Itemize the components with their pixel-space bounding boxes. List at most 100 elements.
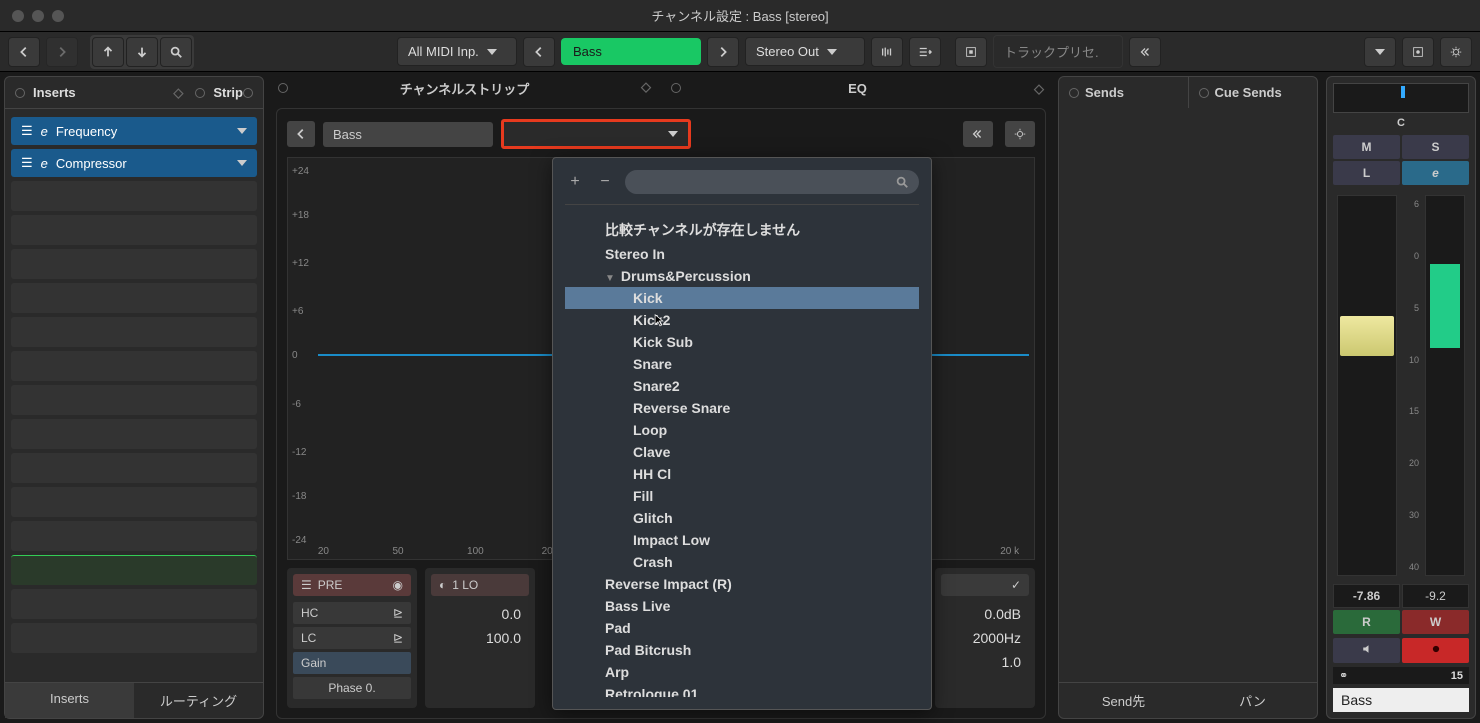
preset-prev-button[interactable] <box>955 37 987 67</box>
band1-header[interactable]: ◐ 1 LO <box>431 574 529 596</box>
band1-gain[interactable]: 0.0 <box>431 602 529 626</box>
fader-handle[interactable] <box>1340 316 1394 356</box>
lc-row[interactable]: LC⊵ <box>293 627 411 649</box>
insert-slot-empty[interactable] <box>11 181 257 211</box>
fader-track[interactable] <box>1337 195 1397 576</box>
band-power-icon[interactable]: ◐ <box>439 578 446 592</box>
insert-slot-empty[interactable] <box>11 623 257 653</box>
dropdown-item[interactable]: Snare <box>565 353 919 375</box>
record-enable-button[interactable] <box>1402 638 1469 663</box>
dropdown-item[interactable]: Arp <box>565 661 919 683</box>
strip-dot-icon[interactable] <box>243 88 253 98</box>
strip-bypass-icon[interactable] <box>195 88 205 98</box>
listen-button[interactable]: L <box>1333 161 1400 185</box>
maximize-window-icon[interactable] <box>52 10 64 22</box>
write-automation-button[interactable]: W <box>1402 610 1469 634</box>
dropdown-item[interactable]: Kick2 <box>565 309 919 331</box>
preset-rewind-button[interactable] <box>1129 37 1161 67</box>
track-preset-select[interactable]: トラックプリセ. <box>993 35 1123 68</box>
insert-slot-empty[interactable] <box>11 419 257 449</box>
chevron-down-icon[interactable] <box>237 160 247 166</box>
sends-footer-pan[interactable]: パン <box>1188 683 1317 718</box>
insert-edit-icon[interactable]: e <box>41 124 48 139</box>
hc-row[interactable]: HC⊵ <box>293 602 411 624</box>
sends-tab[interactable]: Sends <box>1059 77 1189 108</box>
insert-slot-empty[interactable] <box>11 453 257 483</box>
gain-row[interactable]: Gain <box>293 652 411 674</box>
dropdown-item[interactable]: Impact Low <box>565 529 919 551</box>
mute-button[interactable]: M <box>1333 135 1400 159</box>
insert-slot-empty[interactable] <box>11 215 257 245</box>
monitor-button[interactable] <box>1333 638 1400 663</box>
tab-routing[interactable]: ルーティング <box>134 683 263 718</box>
dropdown-item[interactable]: Pad Bitcrush <box>565 639 919 661</box>
dropdown-item[interactable]: Retrologue 01 <box>565 683 919 697</box>
insert-slot-frequency[interactable]: ☰ e Frequency <box>11 117 257 145</box>
insert-slot-empty[interactable] <box>11 589 257 619</box>
dropdown-item[interactable]: Drums&Percussion <box>565 265 919 287</box>
dropdown-item[interactable]: HH Cl <box>565 463 919 485</box>
read-automation-button[interactable]: R <box>1333 610 1400 634</box>
link-icon[interactable]: ⚭ <box>1339 669 1348 682</box>
eq-settings-button[interactable] <box>1005 121 1035 147</box>
edit-button[interactable]: e <box>1402 161 1469 185</box>
insert-slot-empty[interactable] <box>11 351 257 381</box>
insert-slot-empty[interactable] <box>11 487 257 517</box>
band1-freq[interactable]: 100.0 <box>431 626 529 650</box>
band-right-header[interactable]: ✓ <box>941 574 1029 596</box>
insert-bypass-icon[interactable]: ☰ <box>21 155 33 171</box>
output-arrow-button[interactable] <box>707 37 739 67</box>
pan-control[interactable] <box>1333 83 1469 113</box>
dropdown-item[interactable]: Kick <box>565 287 919 309</box>
minimize-window-icon[interactable] <box>32 10 44 22</box>
tab-eq[interactable]: EQ ◇ <box>661 75 1054 102</box>
peak-db-value[interactable]: -9.2 <box>1402 584 1469 608</box>
insert-edit-icon[interactable]: e <box>41 156 48 171</box>
nav-up-button[interactable] <box>92 37 124 67</box>
eq-channel-name[interactable]: Bass <box>323 122 493 147</box>
insert-slot-empty[interactable] <box>11 317 257 347</box>
band-right-q[interactable]: 1.0 <box>941 650 1029 674</box>
phase-row[interactable]: Phase 0. <box>293 677 411 699</box>
insert-slot-empty[interactable] <box>11 521 257 551</box>
dropdown-item[interactable]: Pad <box>565 617 919 639</box>
inserts-menu-icon[interactable]: ◇ <box>173 85 183 101</box>
dropdown-item[interactable]: Loop <box>565 419 919 441</box>
expand-all-button[interactable]: + <box>565 172 585 192</box>
sends-footer-send[interactable]: Send先 <box>1059 683 1188 718</box>
dropdown-search-input[interactable] <box>625 170 919 194</box>
insert-bypass-icon[interactable]: ☰ <box>21 123 33 139</box>
eq-compare-select[interactable] <box>501 119 691 149</box>
track-name-display[interactable]: Bass <box>561 38 701 65</box>
bypass-icon[interactable] <box>15 88 25 98</box>
dropdown-item[interactable]: Bass Live <box>565 595 919 617</box>
panner-button[interactable] <box>871 37 903 67</box>
nav-down-button[interactable] <box>126 37 158 67</box>
insert-slot-empty[interactable] <box>11 385 257 415</box>
input-arrow-button[interactable] <box>523 37 555 67</box>
dropdown-item[interactable]: Snare2 <box>565 375 919 397</box>
tab-menu-icon[interactable]: ◇ <box>641 79 651 95</box>
dropdown-item[interactable]: Reverse Impact (R) <box>565 573 919 595</box>
collapse-all-button[interactable]: − <box>595 172 615 192</box>
dropdown-item[interactable]: Clave <box>565 441 919 463</box>
dropdown-item[interactable]: Glitch <box>565 507 919 529</box>
dropdown-item[interactable]: Stereo In <box>565 243 919 265</box>
solo-button[interactable]: S <box>1402 135 1469 159</box>
functions-button[interactable] <box>1402 37 1434 67</box>
dropdown-item[interactable]: Crash <box>565 551 919 573</box>
dropdown-item[interactable]: Reverse Snare <box>565 397 919 419</box>
settings-button[interactable] <box>1440 37 1472 67</box>
fader-track-name[interactable]: Bass <box>1333 688 1469 712</box>
insert-slot-compressor[interactable]: ☰ e Compressor <box>11 149 257 177</box>
close-window-icon[interactable] <box>12 10 24 22</box>
eq-reset-button[interactable] <box>963 121 993 147</box>
insert-slot-empty[interactable] <box>11 283 257 313</box>
search-button[interactable] <box>160 37 192 67</box>
insert-slot-empty[interactable] <box>11 555 257 585</box>
tab-inserts[interactable]: Inserts <box>5 683 134 718</box>
band-right-freq[interactable]: 2000Hz <box>941 626 1029 650</box>
tab-channel-strip[interactable]: チャンネルストリップ ◇ <box>268 73 661 104</box>
cue-sends-tab[interactable]: Cue Sends <box>1189 77 1318 108</box>
nav-forward-button[interactable] <box>46 37 78 67</box>
